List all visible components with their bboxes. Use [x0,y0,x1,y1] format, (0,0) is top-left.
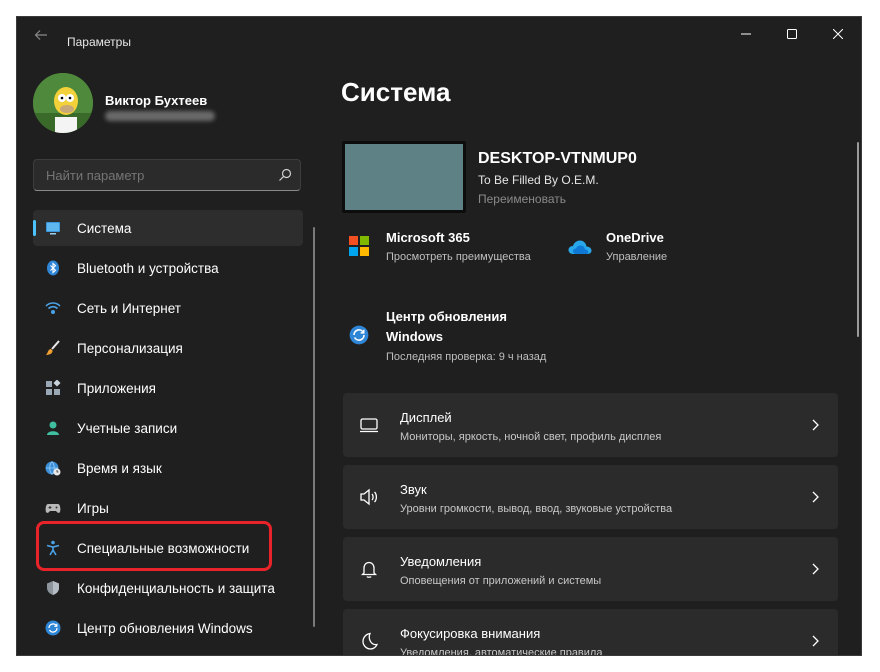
card-display[interactable]: Дисплей Мониторы, яркость, ночной свет, … [343,393,838,457]
sidebar-item-label: Сеть и Интернет [77,300,181,316]
display-icon [360,418,378,433]
tile-onedrive[interactable]: OneDrive Управление [568,230,718,270]
sidebar-item-network[interactable]: Сеть и Интернет [33,290,303,326]
card-sound[interactable]: Звук Уровни громкости, вывод, ввод, звук… [343,465,838,529]
sidebar-item-label: Время и язык [77,460,162,476]
chevron-right-icon [812,563,819,575]
card-title: Фокусировка внимания [400,626,541,641]
search-box[interactable] [33,159,301,191]
minimize-button[interactable] [723,17,769,51]
user-name: Виктор Бухтеев [105,93,208,108]
sidebar-nav: Система Bluetooth и устройства Сеть и Ин… [33,210,303,650]
card-subtitle: Мониторы, яркость, ночной свет, профиль … [400,431,662,443]
sidebar-item-time-language[interactable]: Время и язык [33,450,303,486]
sidebar-item-privacy[interactable]: Конфиденциальность и защита [33,570,303,606]
globe-clock-icon [45,461,61,476]
sidebar-item-label: Конфиденциальность и защита [77,580,275,596]
tile-title: Microsoft 365 [386,230,470,245]
search-input[interactable] [44,167,268,184]
sidebar-item-label: Персонализация [77,340,183,356]
monitor-icon [46,222,60,235]
tile-title-line2: Windows [386,329,443,344]
brush-icon [46,340,60,355]
main-scrollbar[interactable] [857,142,859,337]
wifi-icon [45,302,61,314]
settings-list: Дисплей Мониторы, яркость, ночной свет, … [343,393,838,656]
bell-icon [360,561,378,578]
gamepad-icon [45,504,61,513]
sidebar-scrollbar[interactable] [313,227,315,627]
user-avatar-image [33,73,93,133]
arrow-left-icon [34,30,47,40]
tile-title-line1: Центр обновления [386,309,507,324]
avatar [33,73,93,133]
accessibility-icon [46,540,60,556]
card-title: Звук [400,482,427,497]
apps-icon [46,380,61,395]
moon-icon [362,632,379,650]
microsoft-logo-icon [349,236,369,256]
sidebar-item-windows-update[interactable]: Центр обновления Windows [33,610,303,646]
update-icon [349,325,369,345]
sidebar-item-accessibility[interactable]: Специальные возможности [33,530,303,566]
card-subtitle: Уведомления, автоматические правила [400,647,603,656]
chevron-right-icon [812,635,819,647]
sidebar-item-gaming[interactable]: Игры [33,490,303,526]
card-notifications[interactable]: Уведомления Оповещения от приложений и с… [343,537,838,601]
settings-window: Параметры Виктор Бухтеев Найти параметр … [16,16,862,656]
sidebar-item-personalization[interactable]: Персонализация [33,330,303,366]
user-profile[interactable]: Виктор Бухтеев [33,73,303,137]
close-icon [833,29,843,39]
device-model: To Be Filled By O.E.M. [478,173,599,187]
sidebar-item-label: Система [77,220,132,236]
tile-windows-update[interactable]: Центр обновления Windows Последняя прове… [347,309,577,369]
card-subtitle: Оповещения от приложений и системы [400,575,602,587]
card-title: Дисплей [400,410,452,425]
card-title: Уведомления [400,554,482,569]
close-button[interactable] [815,17,861,51]
back-button[interactable] [29,23,53,47]
rename-link[interactable]: Переименовать [478,192,566,206]
tile-subtitle: Последняя проверка: 9 ч назад [386,351,547,363]
update-icon [45,620,61,636]
sidebar-item-bluetooth[interactable]: Bluetooth и устройства [33,250,303,286]
device-name: DESKTOP-VTNMUP0 [478,150,637,167]
tile-microsoft-365[interactable]: Microsoft 365 Просмотреть преимущества [347,230,557,270]
app-title: Параметры [67,35,131,49]
sidebar-item-apps[interactable]: Приложения [33,370,303,406]
sidebar-item-label: Специальные возможности [77,540,250,556]
tile-subtitle: Управление [606,251,668,263]
card-subtitle: Уровни громкости, вывод, ввод, звуковые … [400,503,673,515]
tile-subtitle: Просмотреть преимущества [386,251,531,263]
speaker-icon [360,488,378,506]
device-thumbnail [342,141,466,213]
sidebar-item-label: Центр обновления Windows [77,620,253,636]
sidebar-item-label: Приложения [77,380,156,396]
chevron-right-icon [812,419,819,431]
minimize-icon [741,33,751,35]
sidebar-item-label: Игры [77,500,109,516]
search-icon[interactable] [278,168,292,182]
maximize-button[interactable] [769,17,815,51]
user-email-blurred [105,111,215,121]
shield-icon [47,581,59,595]
person-icon [47,421,59,435]
page-title: Система [341,77,451,107]
sidebar-item-label: Учетные записи [77,420,178,436]
sidebar-item-label: Bluetooth и устройства [77,260,219,276]
sidebar-item-accounts[interactable]: Учетные записи [33,410,303,446]
bluetooth-icon [47,260,59,276]
card-focus-assist[interactable]: Фокусировка внимания Уведомления, автома… [343,609,838,656]
title-bar: Параметры [17,17,861,51]
tile-title: OneDrive [606,230,664,245]
chevron-right-icon [812,491,819,503]
sidebar-item-system[interactable]: Система [33,210,303,246]
maximize-icon [787,29,797,39]
onedrive-cloud-icon [568,240,592,254]
